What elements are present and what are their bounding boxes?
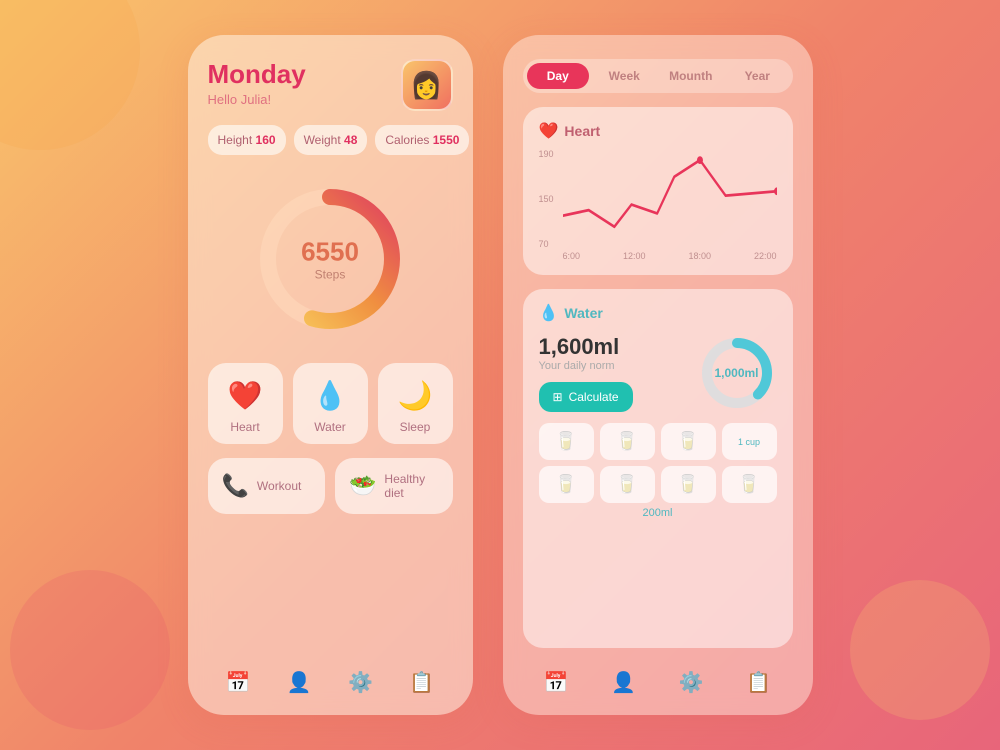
left-phone-card: Monday Hello Julia! 👩 Height 160 Weight … [188,35,473,715]
right-bottom-nav: 📅 👤 ⚙️ 📋 [523,662,793,695]
workout-icon: 📞 [222,473,249,499]
steps-center: 6550 Steps [301,237,359,282]
water-btn[interactable]: 💧 Water [293,363,368,444]
tab-month[interactable]: Mounth [660,63,723,89]
tab-day[interactable]: Day [527,63,590,89]
heart-chart-icon: ❤️ [539,121,559,141]
cup-6[interactable]: 🥛 [600,466,655,503]
cup-ml-label: 200ml [539,507,777,519]
heart-btn[interactable]: ❤️ Heart [208,363,283,444]
water-donut: 1,000ml [697,333,777,413]
cup-label: 1 cup [722,423,777,460]
water-current-label: 1,000ml [714,366,758,380]
cup-5[interactable]: 🥛 [539,466,594,503]
cup-count-label: 1 cup [738,437,760,447]
water-label: Water [314,420,346,434]
quick-actions: ❤️ Heart 💧 Water 🌙 Sleep [208,363,453,444]
r-nav-calendar-icon[interactable]: 📅 [544,670,569,695]
left-bottom-nav: 📅 👤 ⚙️ 📋 [208,662,453,695]
cup-2[interactable]: 🥛 [600,423,655,460]
sleep-btn[interactable]: 🌙 Sleep [378,363,453,444]
tab-week[interactable]: Week [593,63,656,89]
nav-tasks-icon[interactable]: 📋 [409,670,434,695]
cup-1[interactable]: 🥛 [539,423,594,460]
cup-8[interactable]: 🥛 [722,466,777,503]
r-nav-settings-icon[interactable]: ⚙️ [679,670,704,695]
cup-7[interactable]: 🥛 [661,466,716,503]
chart-x-labels: 6:00 12:00 18:00 22:00 [539,251,777,261]
water-drop-icon: 💧 [313,379,348,412]
nav-profile-icon[interactable]: 👤 [287,670,312,695]
stat-weight: Weight 48 [294,125,368,155]
bg-decoration-1 [0,0,140,150]
workout-btn[interactable]: 📞 Workout [208,458,326,514]
heart-label: Heart [230,420,259,434]
wide-actions: 📞 Workout 🥗 Healthy diet [208,458,453,514]
calculate-button[interactable]: ⊞ Calculate [539,382,633,412]
tabs-row: Day Week Mounth Year [523,59,793,93]
chart-area: 190 150 70 [539,149,777,249]
stats-row: Height 160 Weight 48 Calories 1550 [208,125,453,155]
r-nav-profile-icon[interactable]: 👤 [611,670,636,695]
steps-count: 6550 [301,237,359,268]
header-row: Monday Hello Julia! 👩 [208,59,453,111]
water-drop-icon: 💧 [539,303,559,323]
nav-calendar-icon[interactable]: 📅 [226,670,251,695]
workout-label: Workout [257,479,301,493]
greeting-sub: Hello Julia! [208,92,306,107]
right-phone-card: Day Week Mounth Year ❤️ Heart 190 150 70 [503,35,813,715]
calc-icon: ⊞ [553,390,563,404]
healthy-diet-btn[interactable]: 🥗 Healthy diet [335,458,453,514]
heart-icon: ❤️ [228,379,263,412]
greeting-block: Monday Hello Julia! [208,59,306,107]
heart-chart-card: ❤️ Heart 190 150 70 [523,107,793,275]
steps-label: Steps [301,268,359,282]
tab-year[interactable]: Year [726,63,789,89]
water-title: 💧 Water [539,303,777,323]
diet-icon: 🥗 [349,473,376,499]
stat-height: Height 160 [208,125,286,155]
diet-label: Healthy diet [384,472,438,500]
sleep-label: Sleep [400,420,431,434]
water-norm: Your daily norm [539,360,633,372]
steps-donut: 6550 Steps [250,179,410,339]
bg-decoration-3 [850,580,990,720]
cup-3[interactable]: 🥛 [661,423,716,460]
steps-container: 6550 Steps [208,169,453,349]
sleep-icon: 🌙 [398,379,433,412]
water-card: 💧 Water 1,600ml Your daily norm ⊞ Calcul… [523,289,793,648]
nav-settings-icon[interactable]: ⚙️ [348,670,373,695]
stat-calories: Calories 1550 [375,125,469,155]
water-info-row: 1,600ml Your daily norm ⊞ Calculate 1,00… [539,333,777,413]
avatar: 👩 [401,59,453,111]
heart-line-chart [563,149,777,249]
day-label: Monday [208,59,306,90]
heart-chart-title: ❤️ Heart [539,121,777,141]
cup-grid: 🥛 🥛 🥛 1 cup 🥛 🥛 🥛 🥛 [539,423,777,503]
water-amount: 1,600ml [539,334,633,360]
chart-y-labels: 190 150 70 [539,149,554,249]
bg-decoration-2 [10,570,170,730]
r-nav-tasks-icon[interactable]: 📋 [746,670,771,695]
water-amount-block: 1,600ml Your daily norm ⊞ Calculate [539,334,633,412]
